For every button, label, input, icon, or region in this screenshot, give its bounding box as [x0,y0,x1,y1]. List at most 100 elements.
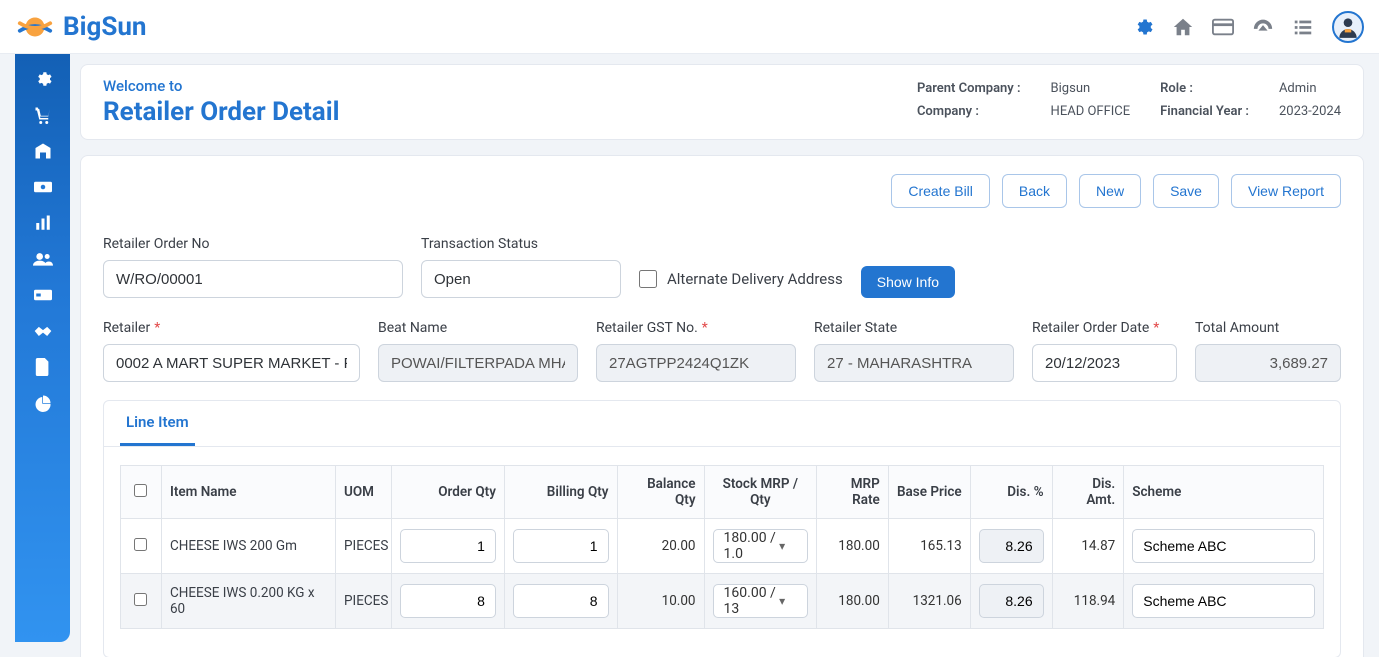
dis-pct-input [979,529,1044,563]
company-value: HEAD OFFICE [1051,104,1131,119]
select-all-checkbox[interactable] [134,484,147,497]
scheme-input[interactable] [1132,584,1315,618]
brand-logo[interactable]: BigSun [15,7,146,47]
fy-label: Financial Year : [1160,104,1249,119]
col-stock-mrp-qty: Stock MRP / Qty [704,466,817,519]
cell-mrp-rate: 180.00 [817,574,889,629]
col-uom: UOM [336,466,392,519]
alt-address-checkbox[interactable] [639,270,657,288]
list-icon[interactable] [1292,16,1314,38]
form-card: Create Bill Back New Save View Report Re… [80,155,1364,657]
gst-label: Retailer GST No.* [596,320,796,336]
show-info-button[interactable]: Show Info [861,266,955,298]
sidebar-payments-icon[interactable] [23,280,63,310]
dis-pct-input [979,584,1044,618]
total-label: Total Amount [1195,320,1341,336]
status-label: Transaction Status [421,236,621,252]
col-item-name: Item Name [161,466,335,519]
parent-company-label: Parent Company : [917,81,1021,96]
table-row: CHEESE IWS 200 Gm PIECES 20.00 180.00 / … [121,519,1324,574]
col-dis-amt: Dis. Amt. [1052,466,1124,519]
sidebar-handshake-icon[interactable] [23,316,63,346]
company-info: Parent Company : Bigsun Role : Admin Com… [917,77,1341,119]
billing-qty-input[interactable] [513,529,609,563]
stock-mrp-select[interactable]: 160.00 / 13▾ [713,584,809,618]
sidebar-users-icon[interactable] [23,244,63,274]
actions-row: Create Bill Back New Save View Report [103,174,1341,208]
cell-base-price: 165.13 [888,519,970,574]
order-qty-input[interactable] [400,529,496,563]
line-item-section: Line Item Item Name UOM Order Qty Billin… [103,400,1341,657]
card-icon[interactable] [1212,16,1234,38]
sidebar-chart-icon[interactable] [23,208,63,238]
home-icon[interactable] [1172,16,1194,38]
new-button[interactable]: New [1079,174,1141,208]
page-title: Retailer Order Detail [103,97,339,127]
back-button[interactable]: Back [1002,174,1067,208]
sidebar-gear-icon[interactable] [23,64,63,94]
brand-name: BigSun [63,12,146,42]
state-input [814,344,1014,382]
gst-input [596,344,796,382]
order-no-input[interactable] [103,260,403,298]
chevron-down-icon: ▾ [779,594,785,608]
gear-icon[interactable] [1132,16,1154,38]
sidebar-warehouse-icon[interactable] [23,136,63,166]
role-value: Admin [1279,81,1341,96]
retailer-label: Retailer* [103,320,360,336]
cell-dis-amt: 118.94 [1052,574,1124,629]
retailer-input[interactable] [103,344,360,382]
cell-uom: PIECES [336,574,392,629]
cell-item-name: CHEESE IWS 0.200 KG x 60 [161,574,335,629]
table-row: CHEESE IWS 0.200 KG x 60 PIECES 10.00 16… [121,574,1324,629]
alt-address-label: Alternate Delivery Address [667,270,843,288]
col-dis-pct: Dis. % [970,466,1052,519]
billing-qty-input[interactable] [513,584,609,618]
logo-icon [15,7,55,47]
page-header: Welcome to Retailer Order Detail Parent … [80,64,1364,140]
sidebar-document-icon[interactable] [23,352,63,382]
date-label: Retailer Order Date* [1032,320,1177,336]
cell-dis-amt: 14.87 [1052,519,1124,574]
row-checkbox[interactable] [134,593,147,606]
create-bill-button[interactable]: Create Bill [891,174,990,208]
total-input [1195,344,1341,382]
sidebar-cash-icon[interactable] [23,172,63,202]
date-input[interactable] [1032,344,1177,382]
col-billing-qty: Billing Qty [504,466,617,519]
cell-uom: PIECES [336,519,392,574]
stock-mrp-select[interactable]: 180.00 / 1.0▾ [713,529,809,563]
chevron-down-icon: ▾ [779,539,785,553]
sidebar-cart-icon[interactable] [23,100,63,130]
topbar: BigSun [0,0,1379,54]
parent-company-value: Bigsun [1051,81,1131,96]
role-label: Role : [1160,81,1249,96]
cell-mrp-rate: 180.00 [817,519,889,574]
cell-balance-qty: 20.00 [617,519,704,574]
state-label: Retailer State [814,320,1014,336]
tab-line-item[interactable]: Line Item [120,401,195,446]
col-mrp-rate: MRP Rate [817,466,889,519]
view-report-button[interactable]: View Report [1231,174,1341,208]
gauge-icon[interactable] [1252,16,1274,38]
col-balance-qty: Balance Qty [617,466,704,519]
fy-value: 2023-2024 [1279,104,1341,119]
sidebar-pie-icon[interactable] [23,388,63,418]
col-scheme: Scheme [1124,466,1324,519]
status-input[interactable] [421,260,621,298]
cell-item-name: CHEESE IWS 200 Gm [161,519,335,574]
order-no-label: Retailer Order No [103,236,403,252]
company-label: Company : [917,104,1021,119]
order-qty-input[interactable] [400,584,496,618]
cell-base-price: 1321.06 [888,574,970,629]
user-avatar[interactable] [1332,11,1364,43]
main-content: Welcome to Retailer Order Detail Parent … [70,54,1379,657]
beat-label: Beat Name [378,320,578,336]
col-base-price: Base Price [888,466,970,519]
col-order-qty: Order Qty [392,466,505,519]
beat-input [378,344,578,382]
row-checkbox[interactable] [134,538,147,551]
line-item-table: Item Name UOM Order Qty Billing Qty Bala… [120,465,1324,629]
save-button[interactable]: Save [1153,174,1219,208]
scheme-input[interactable] [1132,529,1315,563]
